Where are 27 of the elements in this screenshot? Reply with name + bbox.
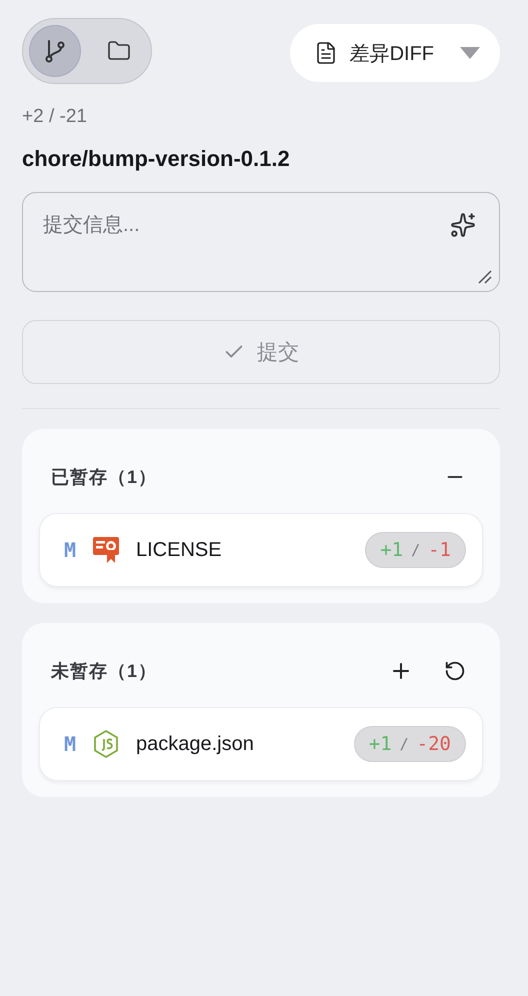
file-status: M [64,732,78,756]
caret-icon [460,47,480,59]
file-row[interactable]: M package.json +1 / -20 [39,707,483,781]
branch-icon [44,39,66,63]
nodejs-icon [92,729,120,759]
view-select[interactable]: 差异DIFF [290,24,500,82]
certificate-icon [92,535,120,565]
file-name: LICENSE [136,538,223,562]
added-count: +1 [368,733,392,755]
file-row[interactable]: M LICENSE +1 / -1 [39,513,483,587]
commit-message-field[interactable]: 提交信息... [22,192,500,292]
section-title: 未暂存（1） [51,660,158,683]
resize-handle-icon[interactable] [478,270,492,284]
added-count: +1 [380,539,404,561]
view-toggle-button[interactable] [29,25,81,77]
separator: / [400,735,409,753]
folder-icon [107,39,131,63]
file-name: package.json [136,732,255,756]
undo-icon[interactable] [444,660,466,682]
change-stats: +2 / -21 [22,106,88,128]
file-status: M [64,538,78,562]
section-title: 已暂存（1） [51,466,158,489]
removed-count: -20 [416,733,451,755]
removed-count: -1 [428,539,451,561]
branch-name: chore/bump-version-0.1.2 [22,146,291,172]
sparkles-icon[interactable] [450,212,476,238]
separator: / [411,541,420,559]
